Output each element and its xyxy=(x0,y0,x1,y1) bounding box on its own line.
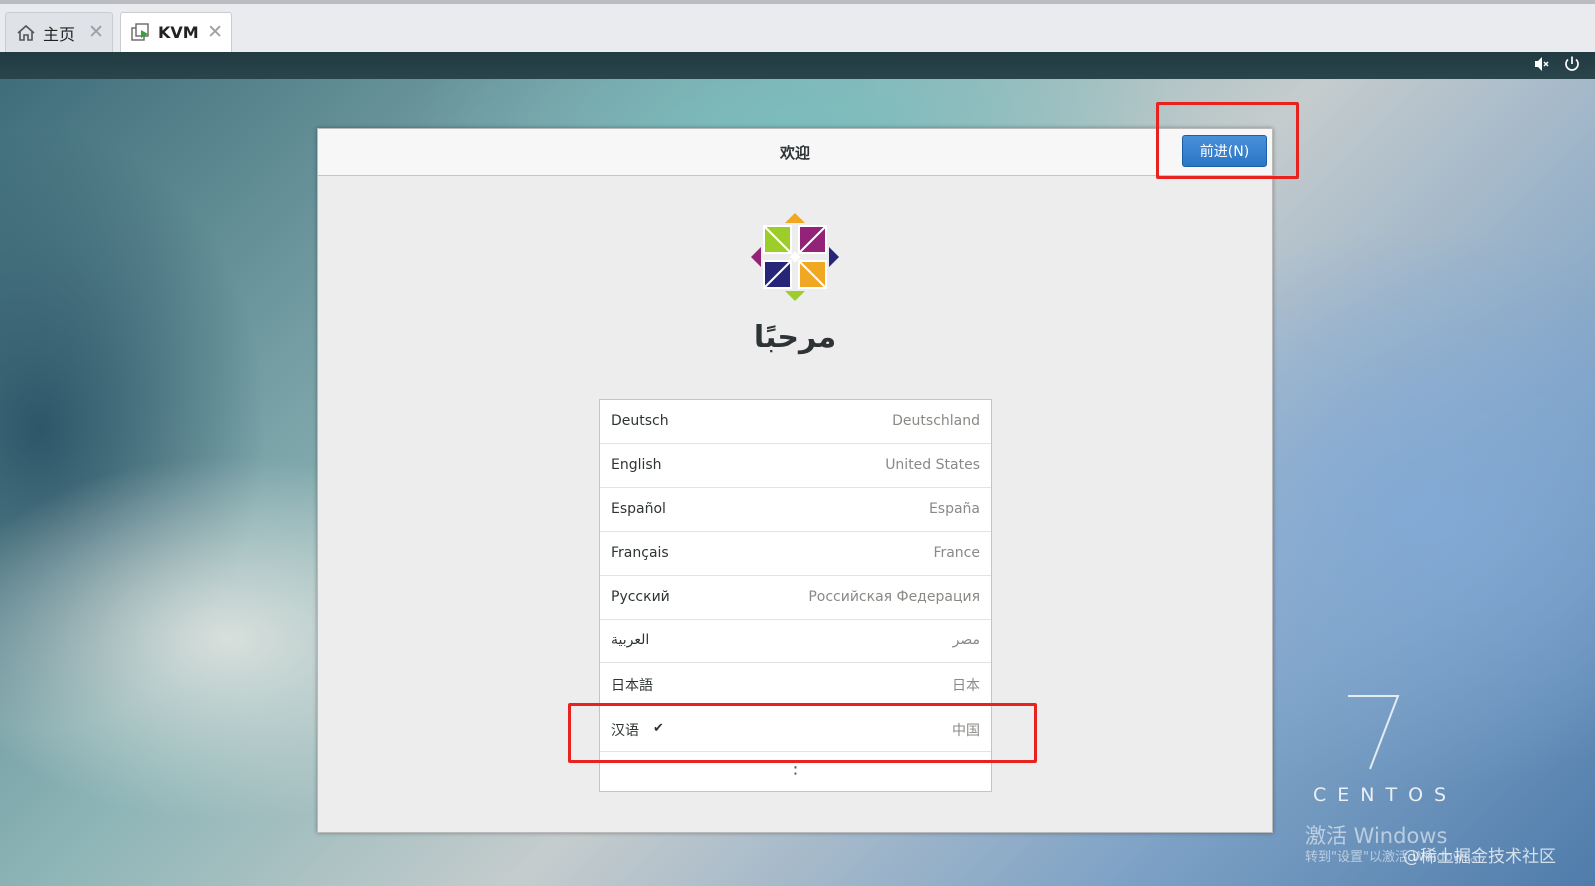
language-name: Deutsch xyxy=(611,413,669,429)
language-region: France xyxy=(933,545,980,561)
dialog-header: 欢迎 前进(N) xyxy=(318,129,1272,176)
language-row[interactable]: English United States xyxy=(600,444,991,488)
welcome-greeting: مرحبًا xyxy=(753,320,837,355)
tab-kvm-label: KVM xyxy=(158,23,199,42)
language-name: Français xyxy=(611,545,669,561)
power-icon[interactable] xyxy=(1563,55,1581,77)
tab-home-label: 主页 xyxy=(43,24,76,44)
highlight-next-button xyxy=(1156,102,1299,179)
home-icon xyxy=(15,22,37,44)
language-row[interactable]: 日本語 日本 xyxy=(600,663,991,706)
language-region: Российская Федерация xyxy=(808,589,980,605)
close-icon[interactable]: ✕ xyxy=(88,22,104,42)
more-options-icon[interactable]: ⋮ xyxy=(600,759,991,777)
language-row[interactable]: Русский Российская Федерация xyxy=(600,576,991,620)
close-icon[interactable]: ✕ xyxy=(207,22,223,42)
tab-home[interactable]: 主页 ✕ xyxy=(5,12,113,52)
language-name: English xyxy=(611,457,662,473)
language-region: مصر xyxy=(952,632,980,648)
language-region: United States xyxy=(885,457,980,473)
language-row[interactable]: Español España xyxy=(600,488,991,532)
language-row[interactable]: Deutsch Deutschland xyxy=(600,400,991,444)
highlight-selected-language xyxy=(568,703,1037,763)
centos-seven-mark xyxy=(1348,695,1400,770)
host-tab-bar: 主页 ✕ KVM ✕ xyxy=(0,0,1595,52)
dialog-title: 欢迎 xyxy=(779,144,810,162)
language-row[interactable]: Français France xyxy=(600,532,991,576)
centos-logo xyxy=(751,213,839,301)
guest-top-bar xyxy=(0,52,1595,79)
language-name: 日本語 xyxy=(611,678,653,694)
language-region: España xyxy=(928,501,980,517)
watermark: @稀土掘金技术社区 xyxy=(1403,847,1556,867)
language-region: Deutschland xyxy=(892,413,980,429)
language-row[interactable]: العربية مصر xyxy=(600,620,991,663)
language-name: العربية xyxy=(611,632,650,648)
volume-muted-icon[interactable] xyxy=(1533,55,1551,77)
language-name: Español xyxy=(611,501,666,517)
vm-icon xyxy=(130,22,152,44)
language-name: Русский xyxy=(611,589,670,605)
language-region: 日本 xyxy=(952,678,980,694)
tab-kvm[interactable]: KVM ✕ xyxy=(120,12,232,52)
centos-brand-text: CENTOS xyxy=(1313,784,1458,806)
